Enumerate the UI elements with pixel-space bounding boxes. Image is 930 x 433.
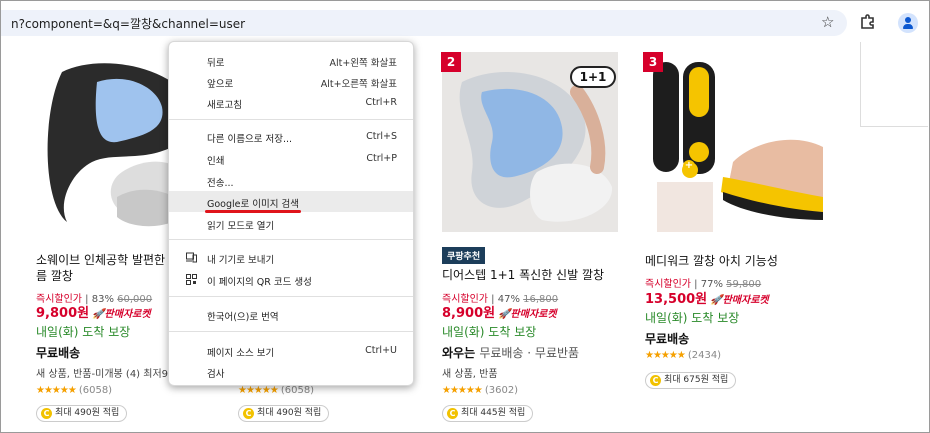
condition-info: 새 상품, 반품-미개봉 (4) 최저9,5 bbox=[36, 369, 178, 380]
menu-item-save-as[interactable]: 다른 이름으로 저장... Ctrl+S bbox=[169, 126, 413, 147]
red-underline-annotation bbox=[205, 210, 301, 213]
delivery-info: 내일(화) 도착 보장 bbox=[645, 311, 740, 325]
qr-code-icon bbox=[186, 274, 197, 285]
rocket-icon: 🚀판매자로켓 bbox=[92, 309, 151, 320]
menu-item-reading-mode[interactable]: 읽기 모드로 열기 bbox=[169, 213, 413, 234]
send-to-device-icon bbox=[186, 252, 197, 263]
delivery-info: 내일(화) 도착 보장 bbox=[36, 325, 131, 339]
menu-item-send-to-device[interactable]: 내 기기로 보내기 bbox=[169, 247, 413, 268]
side-panel bbox=[860, 42, 928, 127]
menu-item-cast[interactable]: 전송... bbox=[169, 170, 413, 191]
star-icon[interactable]: ☆ bbox=[821, 13, 834, 31]
shipping-info: 무료배송 bbox=[36, 346, 81, 360]
product-title[interactable]: 디어스텝 1+1 폭신한 신발 깔창 bbox=[442, 267, 632, 283]
address-bar[interactable]: n?component=&q=깔창&channel=user ☆ bbox=[1, 10, 847, 36]
reward-badge: 최대 675원 적립 bbox=[645, 372, 737, 389]
rating-stars: ★★★★★ (6058) bbox=[238, 385, 315, 396]
reward-badge: 최대 490원 적립 bbox=[36, 405, 128, 422]
menu-separator bbox=[169, 119, 413, 120]
product-image-4[interactable] bbox=[643, 52, 823, 232]
menu-item-forward[interactable]: 앞으로 Alt+오른쪽 화살표 bbox=[169, 71, 413, 92]
menu-item-google-image-search[interactable]: Google로 이미지 검색 bbox=[169, 191, 413, 212]
rating-stars: ★★★★★ (2434) bbox=[645, 350, 722, 361]
reward-badge: 최대 490원 적립 bbox=[238, 405, 330, 422]
image-tag-1plus1: 1+1 bbox=[570, 66, 616, 88]
menu-separator bbox=[169, 239, 413, 240]
extensions-icon[interactable] bbox=[859, 13, 877, 31]
coupang-recommend-badge: 쿠팡추천 bbox=[442, 247, 486, 264]
product-price: 13,500원 🚀판매자로켓 bbox=[645, 292, 769, 307]
shipping-info: 무료배송 bbox=[645, 332, 690, 346]
browser-toolbar: n?component=&q=깔창&channel=user ☆ bbox=[1, 1, 929, 42]
reward-badge: 최대 445원 적립 bbox=[442, 405, 534, 422]
menu-item-view-source[interactable]: 페이지 소스 보기 Ctrl+U bbox=[169, 340, 413, 361]
product-title[interactable]: 메디워크 깔창 아치 기능성 bbox=[645, 253, 835, 269]
rocket-icon: 🚀판매자로켓 bbox=[710, 295, 769, 306]
menu-separator bbox=[169, 296, 413, 297]
condition-info: 새 상품, 반품 bbox=[442, 369, 498, 380]
menu-item-reload[interactable]: 새로고침 Ctrl+R bbox=[169, 92, 413, 113]
menu-item-translate[interactable]: 한국어(으)로 번역 bbox=[169, 304, 413, 325]
menu-item-inspect[interactable]: 검사 bbox=[169, 361, 413, 382]
plus-icon: + bbox=[683, 160, 695, 172]
rank-badge: 3 bbox=[643, 52, 663, 72]
context-menu: 뒤로 Alt+왼쪽 화살표 앞으로 Alt+오른쪽 화살표 새로고침 Ctrl+R 다… bbox=[168, 41, 414, 386]
rank-badge: 2 bbox=[441, 52, 461, 72]
profile-icon[interactable] bbox=[898, 13, 918, 33]
rating-stars: ★★★★★ (6058) bbox=[36, 385, 113, 396]
product-price: 8,900원 🚀판매자로켓 bbox=[442, 306, 557, 321]
rocket-icon: 🚀판매자로켓 bbox=[498, 309, 557, 320]
shipping-info: 와우는 무료배송 · 무료반품 bbox=[442, 346, 580, 360]
url-text[interactable]: n?component=&q=깔창&channel=user bbox=[11, 15, 245, 32]
rating-stars: ★★★★★ (3602) bbox=[442, 385, 519, 396]
menu-item-qr-code[interactable]: 이 페이지의 QR 코드 생성 bbox=[169, 269, 413, 290]
delivery-info: 내일(화) 도착 보장 bbox=[442, 325, 537, 339]
product-price: 9,800원 🚀판매자로켓 bbox=[36, 306, 151, 321]
menu-separator bbox=[169, 331, 413, 332]
menu-item-back[interactable]: 뒤로 Alt+왼쪽 화살표 bbox=[169, 50, 413, 71]
menu-item-print[interactable]: 인쇄 Ctrl+P bbox=[169, 148, 413, 169]
